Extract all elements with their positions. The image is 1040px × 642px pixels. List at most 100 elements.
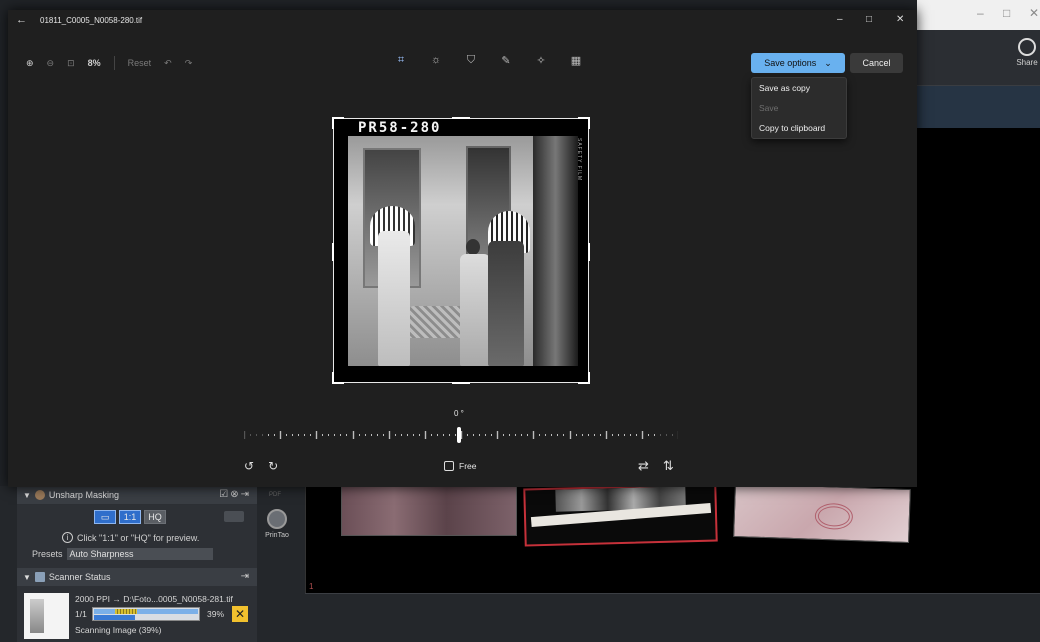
crop-handle-top-left[interactable]	[332, 117, 344, 129]
undo-icon[interactable]: ↶	[164, 58, 172, 69]
film-strip-area: 1	[305, 482, 1040, 593]
scan-thumbnail-image	[30, 599, 44, 633]
aspect-ratio-button[interactable]: Free	[444, 461, 476, 471]
rotate-controls: ↺ ↻	[244, 459, 278, 473]
collapse-triangle-icon[interactable]: ▼	[23, 573, 31, 582]
printao-label: PrinTao	[265, 532, 289, 539]
crop-handle-bottom[interactable]	[452, 382, 470, 384]
film-frame-selected[interactable]	[523, 483, 718, 547]
toolbar-divider	[113, 56, 115, 70]
erase-icon[interactable]: ✧	[534, 54, 548, 67]
flip-vertical-icon[interactable]: ⇅	[663, 458, 674, 474]
scan-progress-fill-primary	[94, 615, 135, 620]
share-icon	[1018, 38, 1036, 56]
panel-header-icons[interactable]: ☑⊗⇥	[219, 489, 251, 500]
filter-icon[interactable]: ⛉	[464, 54, 478, 67]
redo-icon[interactable]: ↷	[185, 58, 193, 69]
preview-mode-buttons: ▭ 1:1 HQ	[94, 510, 166, 524]
cancel-scan-button[interactable]: ✕	[232, 606, 248, 622]
preview-hint: i Click "1:1" or "HQ" for preview.	[62, 532, 199, 543]
presets-label: Presets	[32, 549, 63, 559]
menu-item-save: Save	[759, 103, 779, 113]
info-icon: i	[62, 532, 73, 543]
bottom-strip	[305, 593, 1040, 642]
rotate-left-icon[interactable]: ↺	[244, 459, 254, 473]
preview-1to1-button[interactable]: 1:1	[119, 510, 141, 524]
menu-item-save-as-copy[interactable]: Save as copy	[752, 78, 846, 98]
editor-title: 01811_C0005_N0058-280.tif	[40, 16, 143, 25]
crop-handle-bottom-left[interactable]	[332, 372, 344, 384]
unsharp-masking-title: Unsharp Masking	[48, 490, 119, 500]
crop-handle-bottom-right[interactable]	[578, 372, 590, 384]
menu-item-copy-to-clipboard[interactable]: Copy to clipboard	[752, 118, 846, 138]
scanner-status-title: Scanner Status	[48, 572, 111, 582]
fit-to-window-icon[interactable]: ⊡	[67, 58, 75, 69]
crop-handle-right[interactable]	[588, 243, 590, 261]
close-icon[interactable]: ✕	[1029, 6, 1039, 20]
aspect-ratio-label: Free	[459, 461, 477, 471]
aspect-ratio-icon	[444, 461, 454, 471]
film-frame-thumbnail[interactable]	[341, 486, 517, 536]
rotate-right-icon[interactable]: ↻	[268, 459, 278, 473]
scan-progress-bar	[92, 607, 200, 621]
maximize-icon[interactable]: □	[1003, 6, 1010, 20]
straighten-slider-thumb[interactable]	[457, 427, 461, 443]
presets-row: Presets Auto Sharpness	[32, 548, 213, 560]
panel-export-icon[interactable]: ⇥	[241, 571, 251, 582]
back-arrow-icon[interactable]: ←	[16, 14, 27, 26]
film-frame-image	[814, 502, 854, 531]
preview-mode-button[interactable]: ▭	[94, 510, 116, 524]
preview-hq-button[interactable]: HQ	[144, 510, 166, 524]
crop-handle-left[interactable]	[332, 243, 334, 261]
zoom-out-icon[interactable]: ⊖	[47, 58, 55, 69]
scan-status-line: Scanning Image (39%)	[75, 625, 162, 635]
film-frame-thumbnail[interactable]	[733, 482, 911, 544]
presets-select[interactable]: Auto Sharpness	[66, 548, 213, 560]
background-icon[interactable]: ▦	[569, 54, 583, 67]
chevron-down-icon: ⌄	[824, 57, 832, 68]
edit-tools-toolbar: ⌗ ☼ ⛉ ✎ ✧ ▦	[394, 54, 583, 67]
scan-file-line: 2000 PPI → D:\Foto...0005_N0058-281.tif	[75, 594, 233, 604]
scan-progress-fill	[94, 609, 198, 614]
reset-button[interactable]: Reset	[128, 58, 152, 68]
printao-icon	[267, 509, 287, 529]
minimize-icon[interactable]: –	[837, 14, 843, 25]
crop-handle-top[interactable]	[452, 117, 470, 119]
background-band	[917, 86, 1040, 128]
close-icon[interactable]: ✕	[896, 14, 904, 25]
zoom-in-icon[interactable]: ⊕	[26, 58, 34, 69]
zoom-toolbar: ⊕ ⊖ ⊡ 8% Reset ↶ ↷	[26, 56, 192, 70]
save-options-button[interactable]: Save options ⌄	[751, 53, 845, 73]
save-options-menu: Save as copy Save Copy to clipboard	[751, 77, 847, 139]
unsharp-toggle[interactable]	[224, 511, 244, 522]
straighten-angle-label: 0 °	[454, 409, 464, 418]
crop-handle-top-right[interactable]	[578, 117, 590, 129]
crop-icon[interactable]: ⌗	[394, 54, 408, 67]
maximize-icon[interactable]: □	[866, 14, 872, 25]
photo-editor-window: ← 01811_C0005_N0058-280.tif – □ ✕ ⊕ ⊖ ⊡ …	[8, 10, 917, 487]
background-toolbar: Share	[917, 30, 1040, 86]
flip-controls: ⇄ ⇅	[638, 458, 674, 474]
scanner-icon	[34, 572, 45, 582]
scan-thumbnail	[24, 593, 69, 639]
unsharp-masking-header[interactable]: ▼ Unsharp Masking ☑⊗⇥	[17, 486, 257, 504]
background-titlebar: – □ ✕	[917, 0, 1040, 30]
frame-number: 1	[309, 582, 314, 591]
share-button[interactable]: Share	[1014, 38, 1040, 67]
flip-horizontal-icon[interactable]: ⇄	[638, 458, 649, 474]
brightness-icon[interactable]: ☼	[429, 54, 443, 67]
preview-hint-text: Click "1:1" or "HQ" for preview.	[77, 532, 200, 543]
printao-button[interactable]: PrinTao	[264, 509, 290, 539]
pdf-tool-label[interactable]: PDF	[269, 492, 281, 498]
scanner-status-header[interactable]: ▼ Scanner Status ⇥	[17, 568, 257, 586]
cancel-button[interactable]: Cancel	[850, 53, 903, 73]
share-label: Share	[1016, 58, 1038, 67]
scan-progress-stripes	[115, 609, 137, 614]
unsharp-icon	[34, 490, 45, 500]
minimize-icon[interactable]: –	[977, 6, 984, 20]
save-options-label: Save options	[764, 58, 817, 68]
crop-frame[interactable]	[332, 117, 590, 384]
markup-pen-icon[interactable]: ✎	[499, 54, 513, 67]
collapse-triangle-icon[interactable]: ▼	[23, 491, 31, 500]
straighten-ruler[interactable]	[244, 428, 678, 442]
